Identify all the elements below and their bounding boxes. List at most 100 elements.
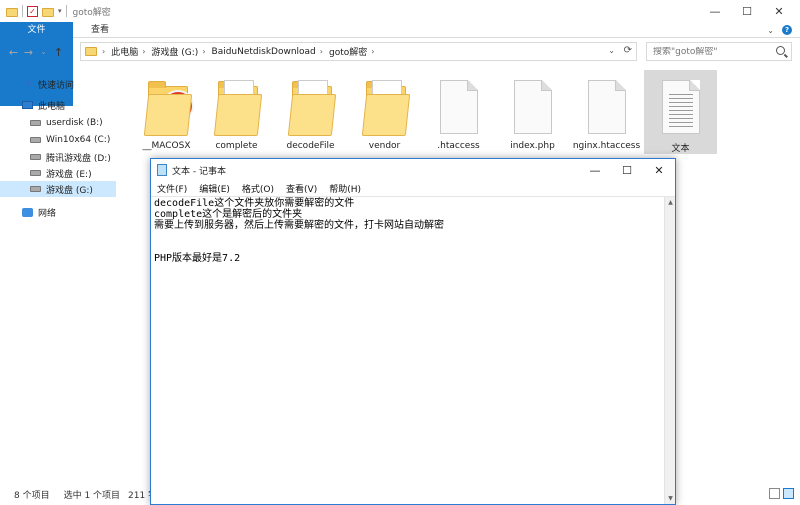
menu-view[interactable]: 查看(V) [280, 182, 323, 195]
minimize-button[interactable]: — [579, 159, 611, 181]
navigation-bar: ← → ⌄ ↑ › 此电脑 › 游戏盘 (G:) › BaiduNetdiskD… [0, 39, 800, 65]
notepad-titlebar: 文本 - 记事本 — ☐ ✕ [151, 159, 675, 181]
search-input[interactable] [653, 46, 771, 57]
file-name: vendor [368, 141, 401, 151]
maximize-button[interactable]: ☐ [611, 159, 643, 181]
sidebar-item-this-pc[interactable]: 此电脑 [0, 97, 116, 113]
navigation-pane: ★ 快速访问 此电脑 userdisk (B:) Win10x64 (C:) 腾… [0, 65, 116, 483]
details-view-icon[interactable] [769, 488, 780, 499]
drive-icon [30, 186, 41, 192]
folder-icon [358, 76, 411, 136]
maximize-button[interactable]: ☐ [730, 0, 764, 22]
file-item-decodefile[interactable]: decodeFile [274, 70, 347, 154]
customize-toolbar-icon[interactable]: ▾ [58, 7, 62, 15]
large-icons-view-icon[interactable] [783, 488, 794, 499]
file-item-text[interactable]: 文本 [644, 70, 717, 154]
menu-edit[interactable]: 编辑(E) [193, 182, 236, 195]
search-icon[interactable] [776, 46, 785, 55]
notepad-icon [157, 164, 167, 176]
folder-icon [284, 76, 337, 136]
ribbon-tabs: 文件 主页 共享 查看 ⌄ ? [0, 22, 800, 106]
new-folder-icon[interactable] [42, 7, 54, 17]
sidebar-item-label: 此电脑 [38, 101, 66, 112]
notepad-content[interactable]: decodeFile这个文件夹放你需要解密的文件 complete这个是解密后的… [154, 198, 444, 264]
chevron-right-icon[interactable]: › [102, 47, 105, 56]
minimize-button[interactable]: — [698, 0, 732, 22]
notepad-window: 文本 - 记事本 — ☐ ✕ 文件(F) 编辑(E) 格式(O) 查看(V) 帮… [150, 158, 676, 505]
file-name: 文本 [671, 144, 690, 154]
chevron-right-icon[interactable]: › [142, 47, 145, 56]
quick-access-toolbar: ✓ ▾ [6, 5, 67, 17]
breadcrumb-this-pc[interactable]: 此电脑 [111, 45, 138, 58]
selected-count: 选中 1 个项目 [63, 490, 121, 501]
network-icon [22, 207, 33, 217]
sidebar-item-label: 网络 [38, 208, 57, 219]
sidebar-item-drive-c[interactable]: Win10x64 (C:) [0, 132, 116, 148]
divider [22, 5, 23, 17]
folder-icon [6, 7, 18, 17]
chevron-down-icon[interactable]: ⌄ [767, 26, 774, 35]
menu-format[interactable]: 格式(O) [236, 182, 280, 195]
refresh-icon[interactable]: ⟳ [624, 45, 632, 56]
chevron-right-icon[interactable]: › [320, 47, 323, 56]
breadcrumb-drive-g[interactable]: 游戏盘 (G:) [151, 45, 198, 58]
folder-icon [140, 76, 194, 136]
file-name: nginx.htaccess [572, 141, 641, 151]
vertical-scrollbar[interactable]: ▲ ▼ [664, 197, 675, 504]
file-name: .htaccess [437, 141, 480, 151]
file-item-nginx-htaccess[interactable]: nginx.htaccess [570, 70, 643, 154]
file-icon [580, 76, 632, 136]
sidebar-item-label: userdisk (B:) [46, 118, 103, 128]
tab-view[interactable]: 查看 [80, 22, 120, 37]
file-item-complete[interactable]: complete [200, 70, 273, 154]
search-box[interactable] [646, 42, 792, 61]
file-icon [432, 76, 484, 136]
properties-icon[interactable]: ✓ [27, 5, 38, 17]
file-item-macosx[interactable]: __MACOSX [130, 70, 203, 154]
sidebar-item-drive-b[interactable]: userdisk (B:) [0, 115, 116, 131]
drive-icon [30, 137, 41, 143]
scroll-down-icon[interactable]: ▼ [665, 493, 676, 504]
forward-arrow-icon[interactable]: → [21, 46, 36, 59]
scroll-up-icon[interactable]: ▲ [665, 197, 676, 208]
file-item-vendor[interactable]: vendor [348, 70, 421, 154]
notepad-text-area[interactable]: decodeFile这个文件夹放你需要解密的文件 complete这个是解密后的… [151, 197, 664, 504]
sidebar-item-drive-e[interactable]: 游戏盘 (E:) [0, 165, 116, 181]
recent-locations-icon[interactable]: ⌄ [36, 48, 51, 56]
sidebar-item-network[interactable]: 网络 [0, 204, 116, 220]
drive-icon [30, 154, 41, 160]
file-name: complete [215, 141, 258, 151]
sidebar-item-drive-d[interactable]: 腾讯游戏盘 (D:) [0, 149, 116, 165]
file-name: decodeFile [286, 141, 335, 151]
breadcrumb-goto[interactable]: goto解密 [329, 45, 367, 58]
file-item-index-php[interactable]: index.php [496, 70, 569, 154]
up-arrow-icon[interactable]: ↑ [51, 46, 66, 59]
chevron-right-icon[interactable]: › [202, 47, 205, 56]
back-arrow-icon[interactable]: ← [6, 46, 21, 59]
folder-icon [85, 47, 97, 56]
file-name: __MACOSX [142, 141, 191, 151]
text-file-icon [654, 76, 706, 136]
sidebar-item-label: 腾讯游戏盘 (D:) [46, 153, 111, 164]
item-count: 8 个项目 [14, 490, 50, 501]
breadcrumb-baidu-download[interactable]: BaiduNetdiskDownload [212, 47, 316, 57]
explorer-titlebar: ✓ ▾ goto解密 — ☐ ✕ [0, 0, 800, 22]
menu-file[interactable]: 文件(F) [151, 182, 193, 195]
address-bar[interactable]: › 此电脑 › 游戏盘 (G:) › BaiduNetdiskDownload … [80, 42, 637, 61]
file-item-htaccess[interactable]: .htaccess [422, 70, 495, 154]
folder-icon [210, 76, 263, 136]
computer-icon [22, 101, 33, 109]
divider [65, 5, 67, 17]
help-icon[interactable]: ? [782, 25, 792, 35]
star-icon: ★ [24, 78, 33, 90]
menu-help[interactable]: 帮助(H) [323, 182, 367, 195]
close-button[interactable]: ✕ [762, 0, 796, 22]
window-title: goto解密 [72, 7, 111, 18]
chevron-right-icon[interactable]: › [371, 47, 374, 56]
sidebar-item-drive-g[interactable]: 游戏盘 (G:) [0, 181, 116, 197]
close-button[interactable]: ✕ [643, 159, 675, 181]
chevron-down-icon[interactable]: ⌄ [608, 46, 615, 55]
sidebar-item-label: Win10x64 (C:) [46, 135, 111, 145]
sidebar-item-quick-access[interactable]: ★ 快速访问 [0, 76, 116, 92]
drive-icon [30, 120, 41, 126]
